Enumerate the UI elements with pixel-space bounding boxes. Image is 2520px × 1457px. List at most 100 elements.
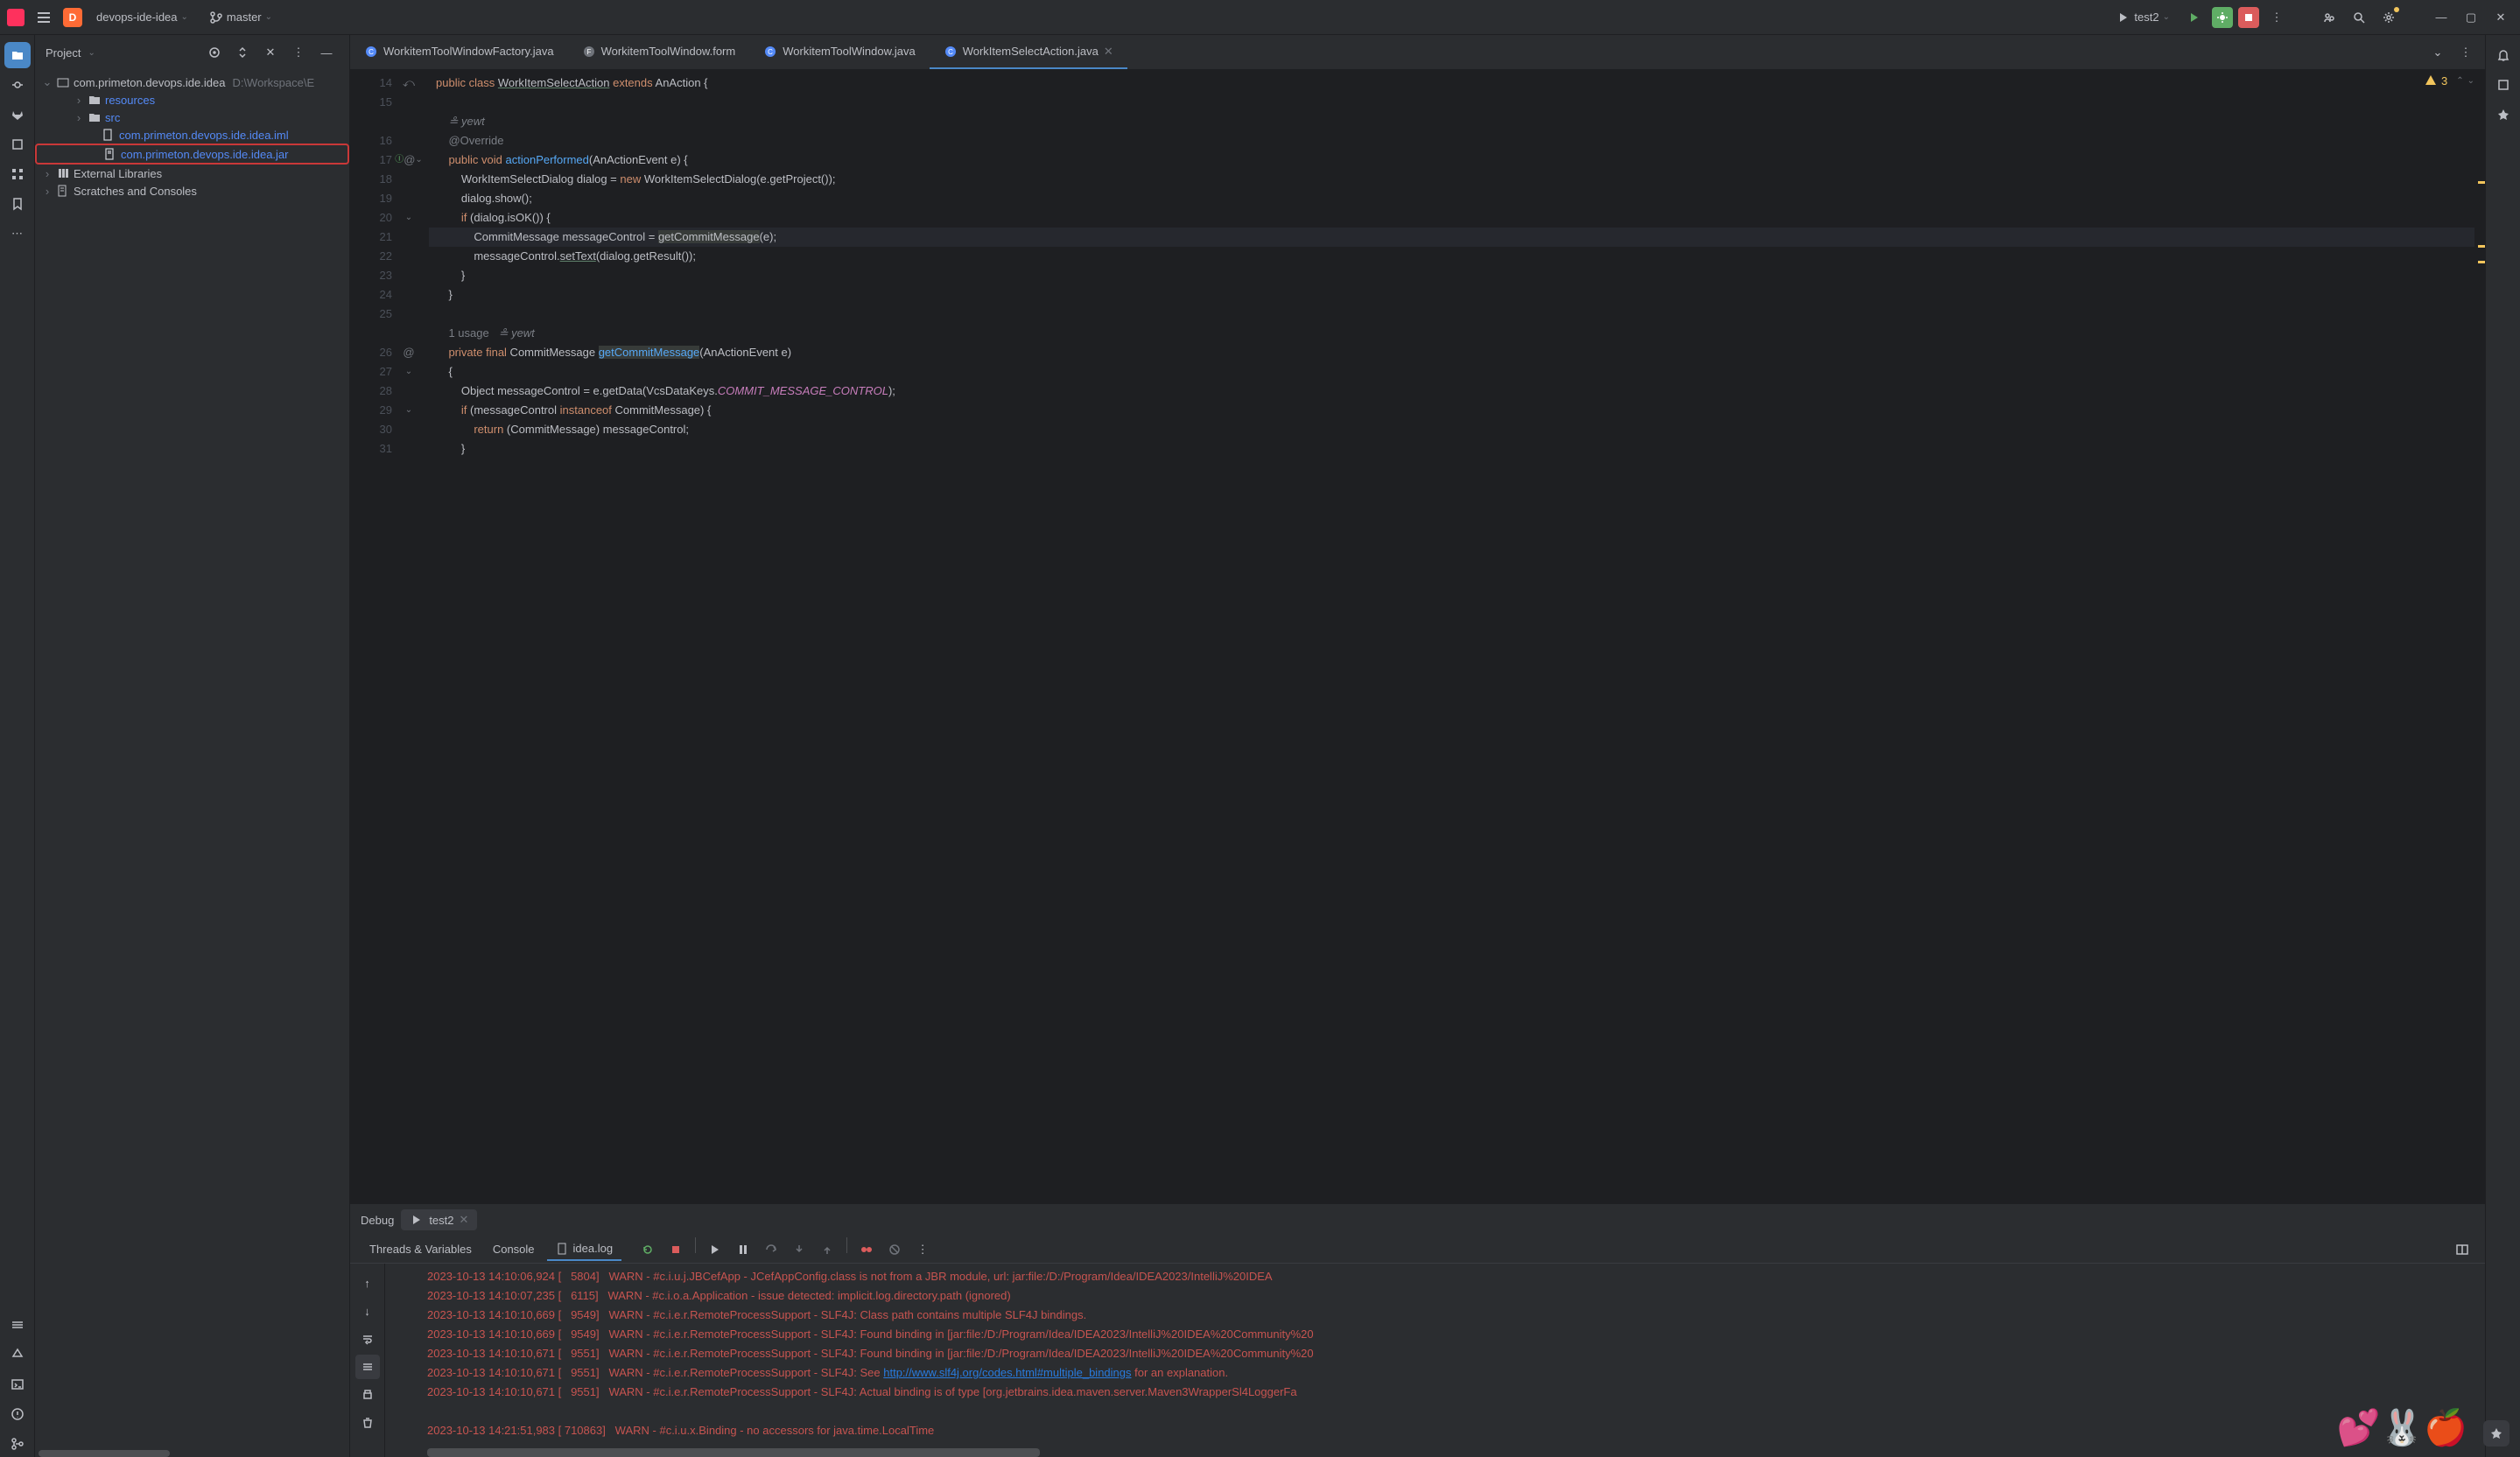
editor-tab[interactable]: CWorkItemSelectAction.java✕ [930,35,1127,69]
editor-tab[interactable]: CWorkitemToolWindowFactory.java [350,35,568,69]
more-actions-button[interactable]: ⋮ [2264,5,2289,30]
ai-assistant-button[interactable] [2483,1420,2485,1446]
editor-tab[interactable]: FWorkitemToolWindow.form [568,35,750,69]
close-tab-icon[interactable]: ✕ [1104,45,1113,59]
file-icon [102,128,116,142]
tree-root[interactable]: ⌄ com.primeton.devops.ide.idea D:\Worksp… [35,74,349,91]
resume-button[interactable] [703,1237,727,1262]
step-over-button[interactable] [759,1237,783,1262]
right-tool-rail [2485,35,2520,1457]
file-type-icon: C [944,45,958,59]
tree-item[interactable]: com.primeton.devops.ide.idea.iml [35,126,349,144]
project-name-dropdown[interactable]: devops-ide-idea⌄ [89,7,195,27]
tree-item[interactable]: ›src [35,109,349,126]
svg-text:C: C [948,48,953,56]
file-type-icon: F [582,45,596,59]
editor-tabs: CWorkitemToolWindowFactory.javaFWorkitem… [350,35,2485,70]
debug-tool-button[interactable] [4,1341,31,1368]
ai-tool-button[interactable] [2490,102,2516,128]
collapse-all-button[interactable]: ✕ [258,40,283,65]
debug-panel: Debug test2 ✕ Threads & Variables Consol… [350,1203,2485,1457]
hide-panel-button[interactable]: ― [314,40,339,65]
scroll-to-end-button[interactable] [355,1355,380,1379]
chevron-up-icon[interactable]: ⌃ [2456,76,2463,86]
project-h-scrollbar[interactable] [35,1450,349,1457]
run-button[interactable] [2182,5,2207,30]
console-tab[interactable]: Console [484,1239,544,1259]
svg-text:C: C [369,48,374,56]
chevron-down-icon[interactable]: ⌄ [2467,76,2474,86]
project-view-dropdown-icon[interactable]: ⌄ [88,48,95,58]
tree-scratches[interactable]: › Scratches and Consoles [35,182,349,200]
mute-breakpoints-button[interactable] [882,1237,907,1262]
clear-button[interactable] [355,1411,380,1435]
rerun-button[interactable] [635,1237,660,1262]
editor-scrollbar[interactable] [2474,70,2485,1203]
expand-all-button[interactable] [230,40,255,65]
close-tab-icon[interactable]: ✕ [460,1213,469,1227]
jar-icon [103,147,117,161]
commit-tool-button[interactable] [4,72,31,98]
structure-tool-button[interactable] [4,161,31,187]
editor-tab[interactable]: CWorkitemToolWindow.java [749,35,929,69]
scratches-icon [56,184,70,198]
tree-item[interactable]: com.primeton.devops.ide.idea.jar [35,144,349,165]
git-branch-dropdown[interactable]: master⌄ [202,7,279,28]
console-h-scrollbar[interactable] [385,1448,2485,1457]
bookmarks-tool-button[interactable] [4,131,31,158]
search-button[interactable] [2347,5,2371,30]
svg-text:F: F [586,48,591,56]
project-panel-title[interactable]: Project [46,46,81,60]
step-into-button[interactable] [787,1237,811,1262]
scroll-up-button[interactable]: ↑ [355,1271,380,1295]
main-menu-button[interactable] [32,5,56,30]
debug-more-button[interactable]: ⋮ [910,1237,935,1262]
tabs-more-button[interactable]: ⋮ [2453,40,2478,65]
view-breakpoints-button[interactable] [854,1237,879,1262]
print-button[interactable] [355,1383,380,1407]
tree-item[interactable]: ›resources [35,91,349,109]
git-tool-button[interactable] [4,1431,31,1457]
close-window-button[interactable]: ✕ [2488,5,2513,30]
console-output[interactable]: 2023-10-13 14:10:06,924 [ 5804] WARN - #… [385,1264,2485,1448]
database-tool-button[interactable] [2490,72,2516,98]
run-icon [2116,11,2130,25]
soft-wrap-button[interactable] [355,1327,380,1351]
panel-options-button[interactable]: ⋮ [286,40,311,65]
scroll-down-button[interactable]: ↓ [355,1299,380,1323]
notifications-button[interactable] [2490,42,2516,68]
terminal-tool-button[interactable] [4,1371,31,1397]
branch-icon [209,11,223,25]
select-opened-file-button[interactable] [202,40,227,65]
gitlab-tool-button[interactable] [4,102,31,128]
svg-text:C: C [768,48,773,56]
debug-session-tab[interactable]: test2 ✕ [401,1209,477,1230]
stop-button[interactable] [2238,7,2259,28]
problems-tool-button[interactable] [4,1401,31,1427]
project-badge: D [63,8,82,27]
threads-tab[interactable]: Threads & Variables [361,1239,481,1259]
minimize-button[interactable]: ― [2429,5,2453,30]
editor-inspections[interactable]: 3 ⌃ ⌄ [2424,74,2474,88]
tabs-dropdown-button[interactable]: ⌄ [2425,40,2450,65]
idealog-tab[interactable]: idea.log [547,1238,622,1261]
file-icon [556,1242,570,1256]
stop-debug-button[interactable] [663,1237,688,1262]
project-tool-button[interactable] [4,42,31,68]
debug-button[interactable] [2212,7,2233,28]
run-config-dropdown[interactable]: test2⌄ [2109,7,2177,28]
layout-button[interactable] [2450,1237,2474,1262]
code-with-me-button[interactable] [2317,5,2341,30]
project-tree[interactable]: ⌄ com.primeton.devops.ide.idea D:\Worksp… [35,70,349,1450]
tree-external-libs[interactable]: › External Libraries [35,165,349,182]
code-editor[interactable]: 14⤺151617Ⓘ@⌄181920⌄212223242526@27⌄2829⌄… [350,70,2485,1203]
more-tools-button[interactable]: ⋯ [4,221,31,247]
settings-button[interactable] [2376,5,2401,30]
bookmark-tool-button[interactable] [4,191,31,217]
module-icon [56,75,70,89]
step-out-button[interactable] [815,1237,839,1262]
warning-icon [2424,74,2438,88]
pause-button[interactable] [731,1237,755,1262]
todo-tool-button[interactable] [4,1312,31,1338]
maximize-button[interactable]: ▢ [2459,5,2483,30]
